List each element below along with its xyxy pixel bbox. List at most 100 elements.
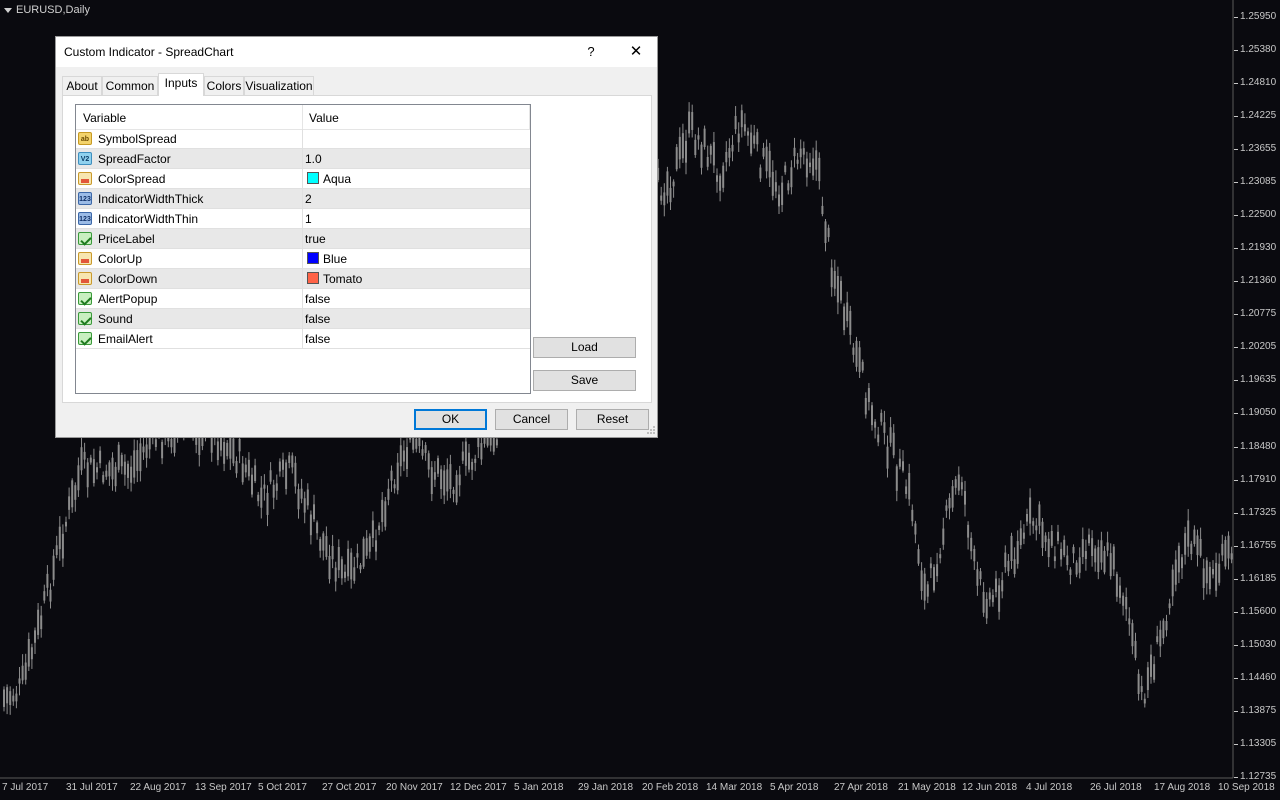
candle-body xyxy=(951,486,954,508)
price-tick xyxy=(1234,248,1238,249)
value-cell[interactable]: false xyxy=(305,312,330,326)
value-cell[interactable]: Tomato xyxy=(323,272,362,286)
candle-body xyxy=(793,147,796,157)
candle-body xyxy=(275,483,278,491)
candle-body xyxy=(781,182,784,205)
candle-body xyxy=(80,447,83,471)
candle-body xyxy=(433,472,436,480)
cancel-button[interactable]: Cancel xyxy=(495,409,568,430)
reset-button[interactable]: Reset xyxy=(576,409,649,430)
candle-body xyxy=(719,175,722,191)
value-cell[interactable]: 2 xyxy=(305,192,312,206)
ok-button[interactable]: OK xyxy=(414,409,487,430)
tab-colors[interactable]: Colors xyxy=(204,76,244,95)
candle-body xyxy=(1199,538,1202,556)
candle-body xyxy=(145,444,148,458)
candle-body xyxy=(988,592,991,600)
tab-visualization[interactable]: Visualization xyxy=(244,76,314,95)
candle-body xyxy=(30,647,33,660)
input-row-symbolspread[interactable]: ab SymbolSpread xyxy=(76,129,530,149)
candle-body xyxy=(334,567,337,582)
tab-inputs[interactable]: Inputs xyxy=(158,73,204,96)
candle-body xyxy=(1224,539,1227,567)
value-cell[interactable]: 1 xyxy=(305,212,312,226)
inputs-panel: Variable Value ab SymbolSpread V2 SpreadFac… xyxy=(62,95,652,403)
candle-body xyxy=(288,455,291,463)
candle-body xyxy=(344,571,346,578)
candle-body xyxy=(734,115,737,130)
candle-body xyxy=(998,585,1001,612)
value-cell[interactable]: Aqua xyxy=(323,172,351,186)
candle-body xyxy=(269,470,272,482)
price-tick xyxy=(1234,347,1238,348)
candle-body xyxy=(765,146,768,172)
tab-common[interactable]: Common xyxy=(102,76,158,95)
candle-body xyxy=(362,538,365,567)
candle-body xyxy=(278,461,281,472)
input-row-colorspread[interactable]: ColorSpread Aqua xyxy=(76,169,530,189)
price-label: 1.23085 xyxy=(1240,176,1277,187)
candle-body xyxy=(282,459,284,470)
column-header-value[interactable]: Value xyxy=(309,111,339,125)
candle-body xyxy=(3,689,5,707)
candle-body xyxy=(1119,585,1121,598)
input-row-emailalert[interactable]: EmailAlert false xyxy=(76,329,530,349)
close-button[interactable]: ✕ xyxy=(621,41,651,63)
color-swatch[interactable] xyxy=(307,252,319,264)
input-row-pricelabel[interactable]: PriceLabel true xyxy=(76,229,530,249)
input-row-colordown[interactable]: ColorDown Tomato xyxy=(76,269,530,289)
candle-body xyxy=(712,142,715,166)
candle-body xyxy=(886,446,889,469)
date-label: 10 Sep 2018 xyxy=(1218,782,1275,793)
tab-about[interactable]: About xyxy=(62,76,102,95)
value-cell[interactable]: true xyxy=(305,232,326,246)
candle-body xyxy=(722,165,725,188)
input-row-spreadfactor[interactable]: V2 SpreadFactor 1.0 xyxy=(76,149,530,169)
load-button[interactable]: Load xyxy=(533,337,636,358)
input-row-sound[interactable]: Sound false xyxy=(76,309,530,329)
input-row-indicatorwidththick[interactable]: 123 IndicatorWidthThick 2 xyxy=(76,189,530,209)
value-cell[interactable]: 1.0 xyxy=(305,152,322,166)
value-cell[interactable]: false xyxy=(305,332,330,346)
variable-name: ColorUp xyxy=(98,252,143,266)
candle-body xyxy=(1094,548,1097,563)
candle-body xyxy=(672,181,675,187)
candle-body xyxy=(830,267,833,288)
dialog-titlebar[interactable]: Custom Indicator - SpreadChart ? ✕ xyxy=(56,37,657,67)
candle-body xyxy=(892,432,895,456)
value-cell[interactable]: false xyxy=(305,292,330,306)
candle-body xyxy=(991,595,994,603)
candle-body xyxy=(1066,555,1069,566)
candle-body xyxy=(957,474,960,491)
price-label: 1.17910 xyxy=(1240,474,1277,485)
candle-body xyxy=(743,124,746,132)
color-swatch[interactable] xyxy=(307,272,319,284)
help-button[interactable]: ? xyxy=(576,41,606,63)
candle-body xyxy=(898,458,901,467)
candle-body xyxy=(849,310,852,335)
input-row-colorup[interactable]: ColorUp Blue xyxy=(76,249,530,269)
candle-body xyxy=(443,470,446,496)
save-button[interactable]: Save xyxy=(533,370,636,391)
candle-body xyxy=(1143,698,1146,704)
value-cell[interactable]: Blue xyxy=(323,252,347,266)
candle-body xyxy=(778,194,780,207)
price-tick xyxy=(1234,612,1238,613)
resize-grip-icon[interactable] xyxy=(646,425,656,435)
candle-body xyxy=(1097,547,1100,573)
price-label: 1.12735 xyxy=(1240,771,1277,782)
candle-body xyxy=(1078,557,1081,573)
candle-body xyxy=(77,465,80,491)
candle-body xyxy=(840,280,842,301)
candle-body xyxy=(368,536,371,552)
input-row-indicatorwidththin[interactable]: 123 IndicatorWidthThin 1 xyxy=(76,209,530,229)
candle-body xyxy=(251,474,253,495)
column-divider[interactable] xyxy=(302,105,303,129)
candle-body xyxy=(920,570,923,591)
color-swatch[interactable] xyxy=(307,172,319,184)
price-label: 1.22500 xyxy=(1240,209,1277,220)
input-row-alertpopup[interactable]: AlertPopup false xyxy=(76,289,530,309)
chart-symbol-title[interactable]: EURUSD,Daily xyxy=(4,4,90,16)
column-header-variable[interactable]: Variable xyxy=(83,111,126,125)
price-tick xyxy=(1234,281,1238,282)
